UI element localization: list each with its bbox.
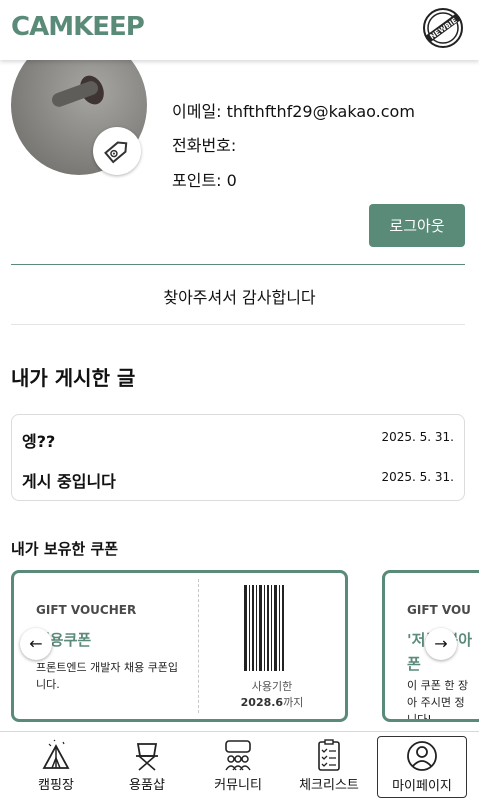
arrow-right-icon[interactable]: → bbox=[425, 628, 457, 660]
my-posts-list: 엥?? 2025. 5. 31. 게시 중입니다 2025. 5. 31. bbox=[11, 414, 465, 501]
my-coupons-title: 내가 보유한 쿠폰 bbox=[11, 540, 119, 558]
bottom-navigation: 캠핑장 용품샵 커뮤니티 체크리스트 마이페이지 bbox=[0, 731, 479, 800]
expiry-suffix: 까지 bbox=[283, 696, 304, 709]
post-item[interactable]: 엥?? 2025. 5. 31. bbox=[22, 428, 454, 452]
expiry-date-line: 2028.6까지 bbox=[214, 695, 330, 711]
nav-label: 마이페이지 bbox=[392, 779, 452, 794]
nav-label: 캠핑장 bbox=[38, 778, 74, 793]
divider bbox=[11, 324, 465, 325]
expiry-label: 사용기한 bbox=[251, 680, 293, 693]
coupon-label: GIFT VOU bbox=[407, 603, 471, 617]
post-date: 2025. 5. 31. bbox=[381, 470, 454, 484]
community-icon bbox=[225, 740, 251, 771]
nav-item-mypage[interactable]: 마이페이지 bbox=[377, 736, 467, 798]
email-info: 이메일: thfthfthf29@kakao.com bbox=[172, 102, 415, 121]
arrow-left-icon[interactable]: ← bbox=[20, 628, 52, 660]
logo[interactable]: CAMKEEP bbox=[11, 12, 145, 42]
thanks-message: 찾아주셔서 감사합니다 bbox=[163, 288, 316, 307]
nav-label: 커뮤니티 bbox=[214, 778, 262, 793]
mypage-content[interactable]: 이메일: thfthfthf29@kakao.com 전화번호: 포인트: 0 … bbox=[0, 60, 479, 730]
post-date: 2025. 5. 31. bbox=[381, 430, 454, 444]
tag-icon bbox=[104, 141, 128, 164]
nav-item-community[interactable]: 커뮤니티 bbox=[194, 732, 282, 800]
coupon-description: 프론트엔드 개발자 채용 쿠폰입니다. bbox=[36, 661, 179, 691]
coupon-card[interactable]: GIFT VOUCHER 채용쿠폰 프론트엔드 개발자 채용 쿠폰입니다. 사용… bbox=[11, 570, 348, 722]
camping-chair-icon bbox=[136, 743, 158, 771]
nav-label: 용품샵 bbox=[129, 778, 165, 793]
nav-label: 체크리스트 bbox=[299, 778, 359, 793]
nav-item-campsite[interactable]: 캠핑장 bbox=[12, 732, 100, 800]
post-title[interactable]: 엥?? bbox=[22, 428, 55, 452]
post-item[interactable]: 게시 중입니다 2025. 5. 31. bbox=[22, 468, 454, 492]
logout-button[interactable]: 로그아웃 bbox=[369, 204, 465, 247]
checklist-icon bbox=[318, 739, 340, 771]
coupon-separator bbox=[198, 579, 199, 713]
nav-item-checklist[interactable]: 체크리스트 bbox=[285, 732, 373, 800]
newbie-stamp-icon[interactable]: NEWBIE bbox=[422, 7, 464, 49]
coupon-label: GIFT VOUCHER bbox=[36, 603, 137, 617]
user-icon bbox=[407, 741, 437, 771]
coupon-description: 이 쿠폰 한 장 아 주시면 정 니다! bbox=[407, 679, 469, 722]
phone-info: 전화번호: bbox=[172, 136, 237, 155]
nav-item-shop[interactable]: 용품샵 bbox=[103, 732, 191, 800]
expiry-date: 2028.6 bbox=[240, 696, 284, 709]
coupon-name-line2: 폰 bbox=[407, 655, 421, 673]
post-title[interactable]: 게시 중입니다 bbox=[22, 468, 116, 492]
points-info: 포인트: 0 bbox=[172, 171, 237, 190]
coupon-expiry: 사용기한 2028.6까지 bbox=[214, 679, 330, 711]
my-posts-title: 내가 게시한 글 bbox=[11, 366, 136, 390]
tent-icon bbox=[42, 739, 70, 769]
barcode-icon bbox=[244, 585, 284, 671]
divider bbox=[11, 264, 465, 265]
app-header: CAMKEEP NEWBIE bbox=[0, 0, 479, 60]
avatar-edit-button[interactable] bbox=[93, 127, 141, 175]
